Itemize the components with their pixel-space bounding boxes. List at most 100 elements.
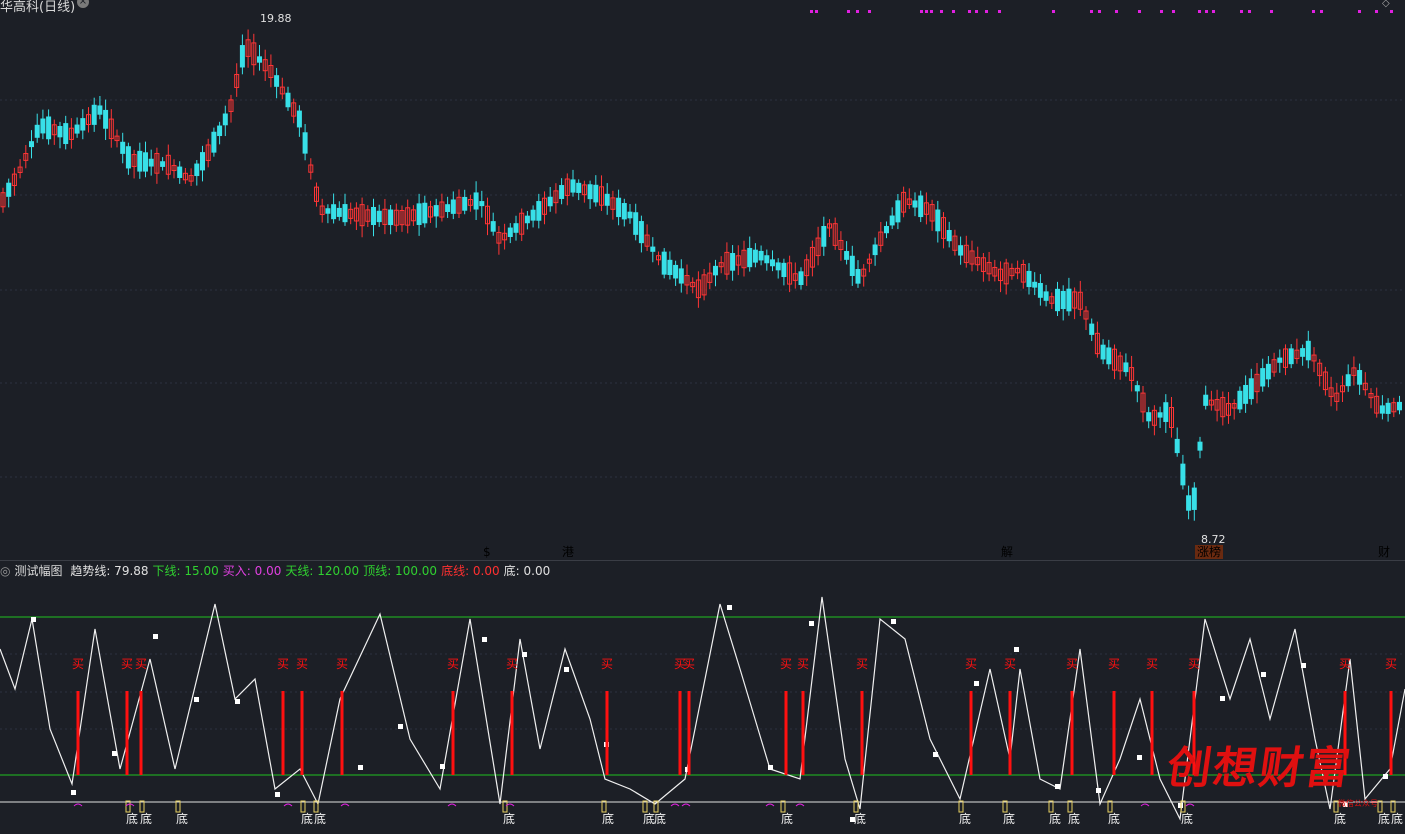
event-dollar[interactable]: $ xyxy=(481,545,493,559)
candle-body xyxy=(1163,402,1169,422)
panel-divider[interactable] xyxy=(0,560,1405,561)
signal-dot xyxy=(1358,10,1361,13)
candle-body xyxy=(1265,363,1271,380)
candle-body xyxy=(958,245,964,256)
indicator-field: 底: 0.00 xyxy=(503,564,551,578)
candle-body xyxy=(616,197,622,218)
candle-body xyxy=(217,125,223,137)
watermark-logo: 创想财富 xyxy=(1163,743,1355,794)
buy-label: 买 xyxy=(121,657,133,671)
candle-body xyxy=(507,227,513,237)
candle-body xyxy=(1300,348,1306,357)
candle-body xyxy=(752,249,758,263)
bottom-marker xyxy=(1377,800,1383,813)
marker-dot xyxy=(1301,663,1306,668)
candle-body xyxy=(57,126,63,138)
candle-body xyxy=(524,215,530,224)
signal-dot xyxy=(856,10,859,13)
candle-body xyxy=(1397,401,1402,411)
candle-body xyxy=(6,182,12,197)
candle-body xyxy=(633,212,639,235)
signal-dot xyxy=(968,10,971,13)
candle-body xyxy=(325,208,331,214)
candle-body xyxy=(1089,323,1095,335)
candle-body xyxy=(627,211,633,219)
diamond-icon[interactable]: ◇ xyxy=(1382,0,1390,9)
candle-body xyxy=(63,123,69,145)
event-unlock[interactable]: 解 xyxy=(999,545,1015,559)
candle-body xyxy=(376,210,382,223)
bottom-label: 底 xyxy=(602,811,614,826)
marker-dot xyxy=(194,697,199,702)
marker-dot xyxy=(1014,647,1019,652)
buy-bar xyxy=(1112,691,1116,775)
candlestick-chart xyxy=(0,10,1405,521)
candle-body xyxy=(371,206,376,226)
bottom-marker xyxy=(1002,800,1008,813)
buy-bar xyxy=(1150,691,1154,775)
buy-bar xyxy=(300,691,304,775)
candle-body xyxy=(1248,378,1254,400)
bottom-label: 底 xyxy=(959,811,971,826)
event-limit-up[interactable]: 涨榜 xyxy=(1195,545,1224,559)
buy-label: 买 xyxy=(1066,657,1078,671)
candle-body xyxy=(257,56,262,63)
bottom-marker xyxy=(300,800,306,813)
candle-body xyxy=(194,163,200,177)
marker-dot xyxy=(31,617,36,622)
signal-dot xyxy=(985,10,988,13)
event-finance[interactable]: 财 xyxy=(1376,545,1392,559)
bottom-label: 底 xyxy=(1391,811,1403,826)
candle-body xyxy=(1305,340,1311,361)
candle-body xyxy=(798,271,804,286)
buy-arc xyxy=(681,803,691,807)
buy-bar xyxy=(340,691,344,775)
signal-dot xyxy=(1052,10,1055,13)
candle-body xyxy=(1043,291,1049,301)
marker-dot xyxy=(1220,696,1225,701)
marker-dot xyxy=(1261,672,1266,677)
buy-label: 买 xyxy=(1004,657,1016,671)
candle-body xyxy=(331,204,337,220)
candle-body xyxy=(775,262,781,271)
buy-bar xyxy=(125,691,129,775)
bottom-marker xyxy=(139,800,145,813)
buy-label: 买 xyxy=(965,657,977,671)
marker-dot xyxy=(522,652,527,657)
signal-dot xyxy=(868,10,871,13)
bottom-label: 底 xyxy=(314,811,326,826)
price-chart[interactable]: 华高科(日线) × ◇ 19.88 8.72 $ 港 解 涨榜 财 xyxy=(0,0,1405,560)
buy-arc xyxy=(1140,803,1150,807)
event-hk[interactable]: 港 xyxy=(560,545,576,559)
candle-body xyxy=(730,253,736,271)
marker-dot xyxy=(275,792,280,797)
candle-body xyxy=(1123,362,1129,373)
buy-arc xyxy=(340,803,350,807)
buy-label: 买 xyxy=(336,657,348,671)
buy-bar xyxy=(76,691,80,775)
buy-bar xyxy=(687,691,691,775)
marker-dot xyxy=(891,619,896,624)
buy-bar xyxy=(678,691,682,775)
signal-dot xyxy=(810,10,813,13)
candle-body xyxy=(884,225,889,234)
indicator-name: 测试幅图 xyxy=(14,564,63,578)
candle-body xyxy=(1197,441,1203,451)
buy-label: 买 xyxy=(277,657,289,671)
buy-arc xyxy=(670,803,680,807)
candle-body xyxy=(1032,281,1038,288)
candle-body xyxy=(388,209,394,226)
candle-body xyxy=(576,182,582,193)
bottom-marker xyxy=(642,800,648,813)
buy-label: 买 xyxy=(856,657,868,671)
chart-title: 华高科(日线) xyxy=(0,0,76,15)
candle-body xyxy=(222,113,228,126)
bottom-label: 底 xyxy=(1049,811,1061,826)
candle-body xyxy=(912,200,918,208)
bottom-marker xyxy=(780,800,786,813)
buy-bar xyxy=(451,691,455,775)
candle-body xyxy=(148,158,154,167)
indicator-icon[interactable]: ◎ xyxy=(0,564,10,578)
candle-body xyxy=(239,45,245,68)
buy-arc xyxy=(1185,803,1195,807)
